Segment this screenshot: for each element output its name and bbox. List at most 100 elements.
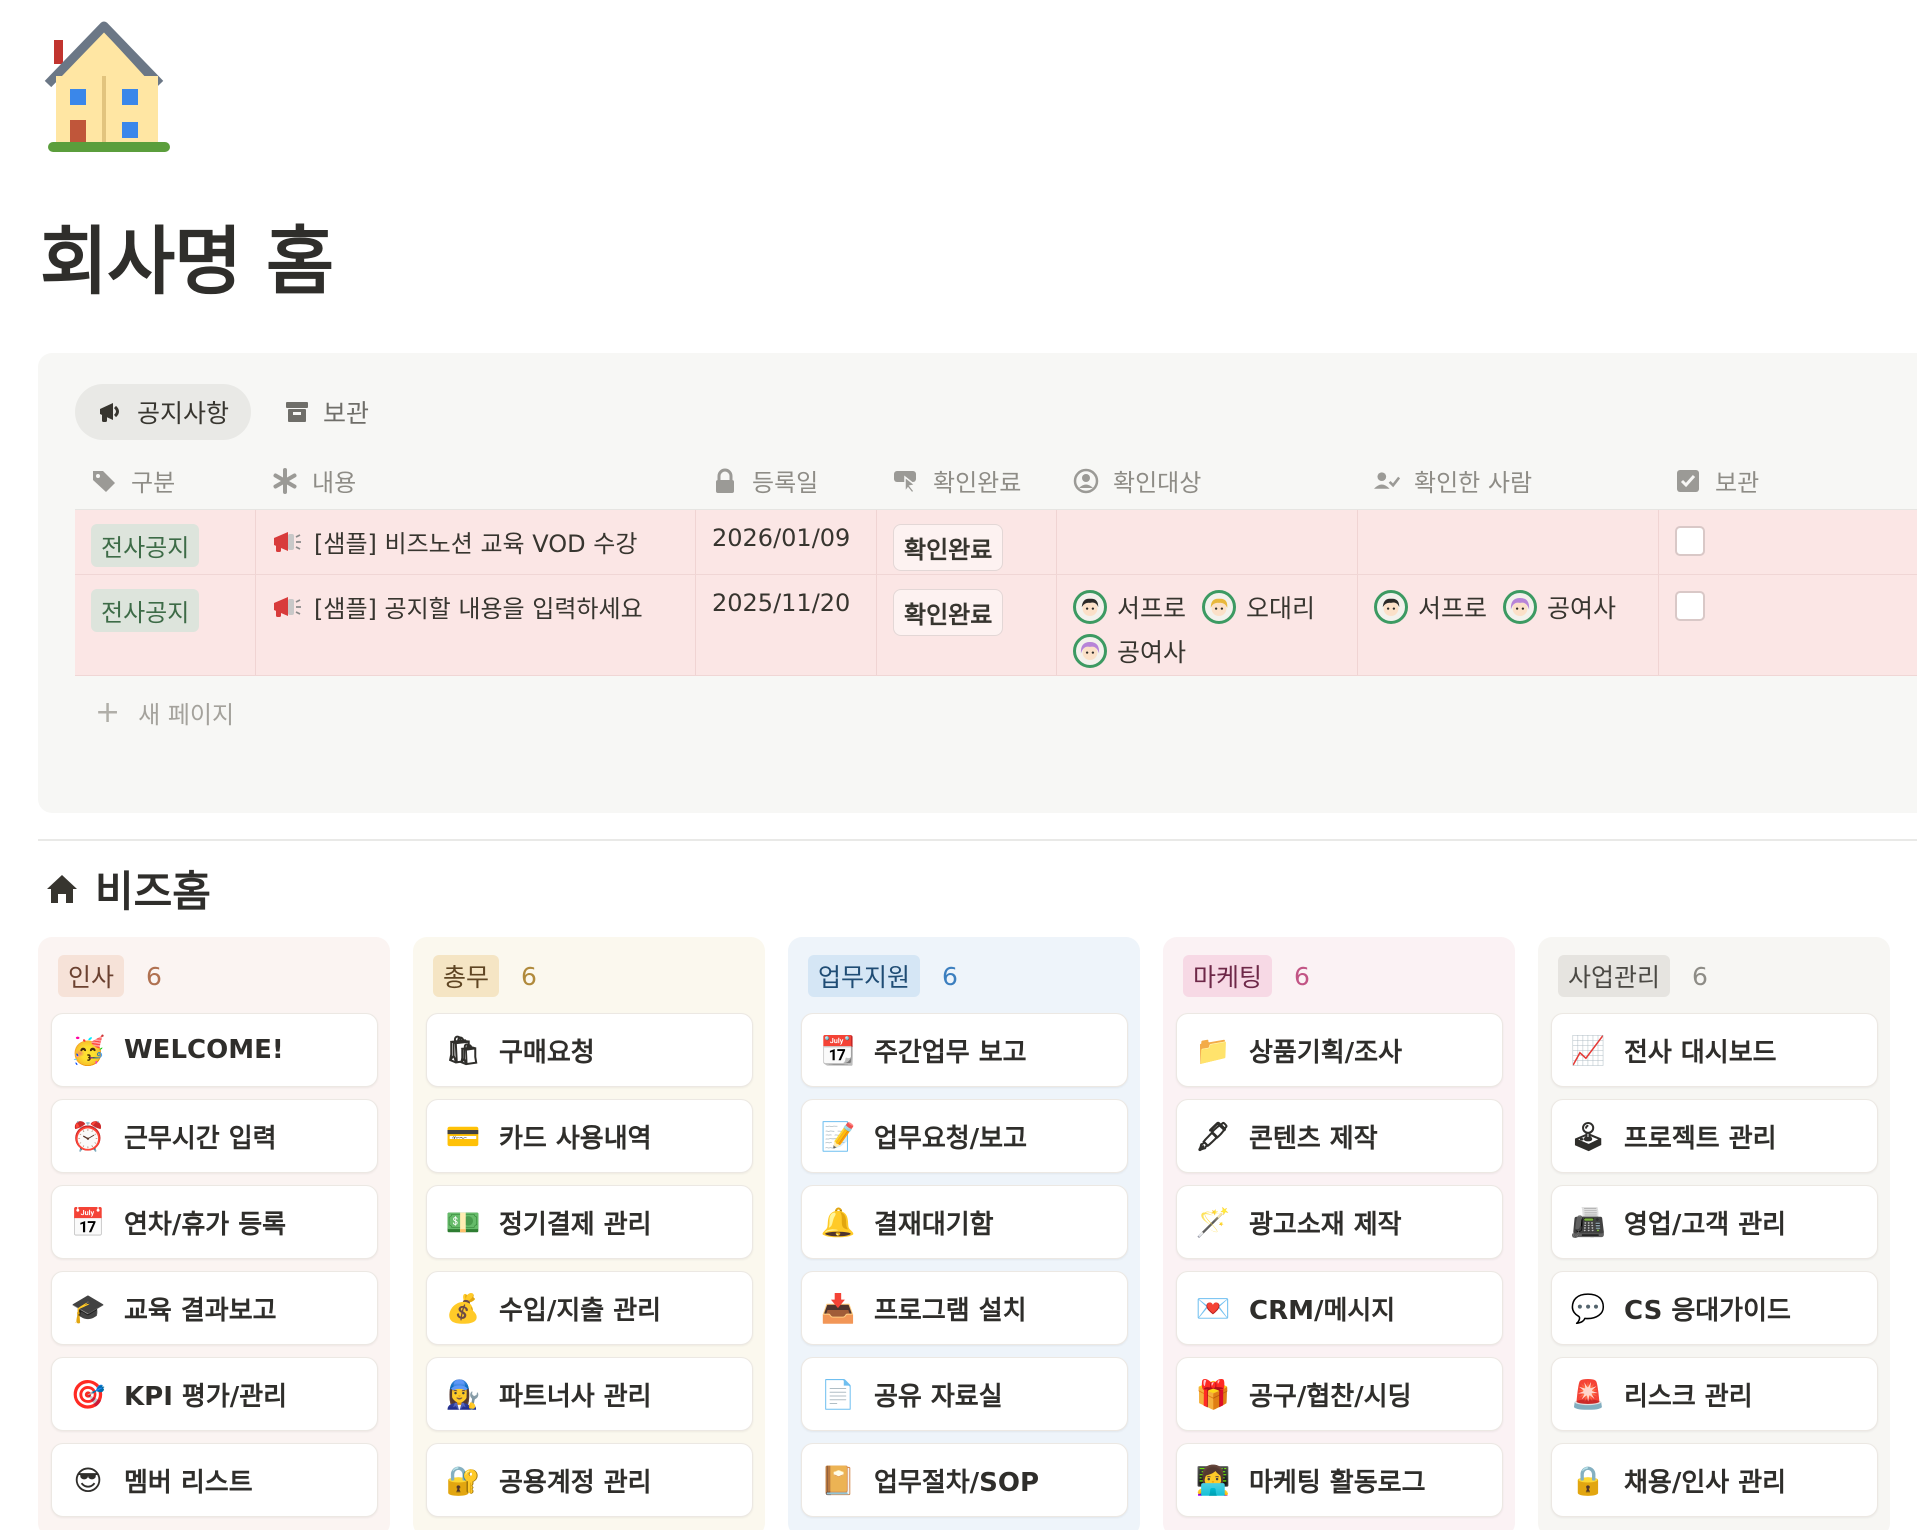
fax-machine-icon: 📠	[1570, 1205, 1606, 1239]
cell-content[interactable]: [샘플] 비즈노션 교육 VOD 수강	[256, 510, 696, 574]
column-header-archived[interactable]: 보관	[1659, 452, 1791, 510]
notice-view-tabs: 공지사항 보관	[75, 384, 391, 440]
magic-wand-icon: 🪄	[1195, 1205, 1231, 1239]
chart-increasing-icon: 📈	[1570, 1033, 1606, 1067]
house-icon[interactable]	[44, 18, 174, 152]
cell-content[interactable]: [샘플] 공지할 내용을 입력하세요	[256, 575, 696, 675]
column-header-content[interactable]: 내용	[256, 452, 696, 510]
board-card-title: 수입/지출 관리	[499, 1295, 662, 1326]
board-card[interactable]: 💰 수입/지출 관리	[426, 1271, 753, 1345]
archive-checkbox[interactable]	[1675, 526, 1705, 556]
column-header-category[interactable]: 구분	[75, 452, 256, 510]
board-card[interactable]: 🎁 공구/협찬/시딩	[1176, 1357, 1503, 1431]
new-page-button[interactable]: + 새 페이지	[95, 695, 234, 730]
board-card[interactable]: 💳 카드 사용내역	[426, 1099, 753, 1173]
cell-archived	[1659, 510, 1791, 574]
board-card[interactable]: ⏰ 근무시간 입력	[51, 1099, 378, 1173]
avatar	[1374, 590, 1408, 624]
board-card-title: 전사 대시보드	[1624, 1037, 1777, 1068]
board-card-title: 업무절차/SOP	[874, 1467, 1040, 1498]
board-card[interactable]: 🔔 결재대기함	[801, 1185, 1128, 1259]
person-chip[interactable]: 서프로	[1073, 589, 1186, 625]
board-card[interactable]: 🔒 채용/인사 관리	[1551, 1443, 1878, 1517]
board-card[interactable]: 💵 정기결제 관리	[426, 1185, 753, 1259]
person-chip[interactable]: 공여사	[1503, 589, 1616, 625]
board-card[interactable]: 🔐 공용계정 관리	[426, 1443, 753, 1517]
person-chip[interactable]: 서프로	[1374, 589, 1487, 625]
column-header-date[interactable]: 등록일	[696, 452, 877, 510]
board-card[interactable]: 📆 주간업무 보고	[801, 1013, 1128, 1087]
locked-with-key-icon: 🔐	[445, 1463, 481, 1497]
board-card[interactable]: 📥 프로그램 설치	[801, 1271, 1128, 1345]
tab-archive[interactable]: 보관	[261, 384, 391, 440]
board-card[interactable]: 🎓 교육 결과보고	[51, 1271, 378, 1345]
memo-icon: 📝	[820, 1119, 856, 1153]
board-card-title: 콘텐츠 제작	[1249, 1123, 1378, 1154]
board-card[interactable]: 📈 전사 대시보드	[1551, 1013, 1878, 1087]
person-chip[interactable]: 공여사	[1073, 633, 1186, 669]
board-card-title: 공유 자료실	[874, 1381, 1003, 1412]
shopping-bags-icon: 🛍	[445, 1033, 481, 1067]
board-column: 업무지원 6 📆 주간업무 보고 📝 업무요청/보고 🔔 결재대기함 📥 프로그램 설치 📄 공유 자…	[788, 937, 1140, 1530]
board-card[interactable]: 🚨 리스크 관리	[1551, 1357, 1878, 1431]
tab-notice[interactable]: 공지사항	[75, 384, 252, 440]
board-card-title: 주간업무 보고	[874, 1037, 1027, 1068]
board-card-title: 채용/인사 관리	[1624, 1467, 1787, 1498]
board-card[interactable]: 🥳 WELCOME!	[51, 1013, 378, 1087]
person-name: 서프로	[1418, 594, 1488, 623]
board-column-header[interactable]: 인사 6	[58, 955, 162, 997]
column-header-targets[interactable]: 확인대상	[1057, 452, 1358, 510]
person-chip[interactable]: 오대리	[1202, 589, 1315, 625]
board-card[interactable]: 🛍 구매요청	[426, 1013, 753, 1087]
tear-off-calendar-icon: 📆	[820, 1033, 856, 1067]
lock-icon: 🔒	[1570, 1463, 1606, 1497]
board-column: 인사 6 🥳 WELCOME! ⏰ 근무시간 입력 📅 연차/휴가 등록 🎓 교육 결과보고 🎯 KP…	[38, 937, 390, 1530]
board-card[interactable]: 👩‍💻 마케팅 활동로그	[1176, 1443, 1503, 1517]
board-card-title: 상품기획/조사	[1249, 1037, 1403, 1068]
board-card[interactable]: 🪄 광고소재 제작	[1176, 1185, 1503, 1259]
board-card[interactable]: 📔 업무절차/SOP	[801, 1443, 1128, 1517]
board-card-title: 파트너사 관리	[499, 1381, 652, 1412]
board-card[interactable]: 👩‍🔧 파트너사 관리	[426, 1357, 753, 1431]
dollar-banknote-icon: 💵	[445, 1205, 481, 1239]
board-card[interactable]: 🖋 콘텐츠 제작	[1176, 1099, 1503, 1173]
person-name: 오대리	[1246, 594, 1316, 623]
confirm-button[interactable]: 확인완료	[893, 589, 1004, 636]
table-row[interactable]: 전사공지 [샘플] 공지할 내용을 입력하세요 2025/11/20 확인완료 …	[75, 575, 1917, 676]
board-card-title: CRM/메시지	[1249, 1295, 1396, 1326]
board-card-title: 마케팅 활동로그	[1249, 1467, 1426, 1498]
board-column-label: 업무지원	[808, 955, 921, 997]
board-card[interactable]: 😎 멤버 리스트	[51, 1443, 378, 1517]
board-card-title: 교육 결과보고	[124, 1295, 277, 1326]
board-card[interactable]: 📁 상품기획/조사	[1176, 1013, 1503, 1087]
board-column-header[interactable]: 업무지원 6	[808, 955, 958, 997]
confirm-button[interactable]: 확인완료	[893, 524, 1004, 571]
board-card[interactable]: 📅 연차/휴가 등록	[51, 1185, 378, 1259]
board-card[interactable]: 🎯 KPI 평가/관리	[51, 1357, 378, 1431]
board-column-label: 마케팅	[1183, 955, 1273, 997]
section-title: 비즈홈	[95, 867, 211, 916]
board-column: 사업관리 6 📈 전사 대시보드 🕹 프로젝트 관리 📠 영업/고객 관리 💬 CS 응대가이드 🚨…	[1538, 937, 1890, 1530]
board-card[interactable]: 📝 업무요청/보고	[801, 1099, 1128, 1173]
column-label: 확인완료	[933, 469, 1022, 497]
board-card-title: 리스크 관리	[1624, 1381, 1753, 1412]
board-column-header[interactable]: 사업관리 6	[1558, 955, 1708, 997]
board-card[interactable]: 📄 공유 자료실	[801, 1357, 1128, 1431]
board-column-header[interactable]: 마케팅 6	[1183, 955, 1310, 997]
board-column-header[interactable]: 총무 6	[433, 955, 537, 997]
board-card[interactable]: 💌 CRM/메시지	[1176, 1271, 1503, 1345]
column-header-confirmed-by[interactable]: 확인한 사람	[1358, 452, 1659, 510]
new-page-label: 새 페이지	[138, 701, 235, 729]
board-card-title: 결재대기함	[874, 1209, 994, 1240]
column-header-confirm[interactable]: 확인완료	[877, 452, 1057, 510]
page-facing-up-icon: 📄	[820, 1377, 856, 1411]
board-card[interactable]: 🕹 프로젝트 관리	[1551, 1099, 1878, 1173]
person-name: 서프로	[1117, 594, 1187, 623]
board-column-label: 사업관리	[1558, 955, 1671, 997]
archive-checkbox[interactable]	[1675, 591, 1705, 621]
board-card[interactable]: 📠 영업/고객 관리	[1551, 1185, 1878, 1259]
cell-targets: 서프로 오대리 공여사	[1057, 575, 1358, 675]
board-card[interactable]: 💬 CS 응대가이드	[1551, 1271, 1878, 1345]
archive-box-icon	[286, 402, 309, 422]
table-row[interactable]: 전사공지 [샘플] 비즈노션 교육 VOD 수강 2026/01/09 확인완료	[75, 510, 1917, 575]
